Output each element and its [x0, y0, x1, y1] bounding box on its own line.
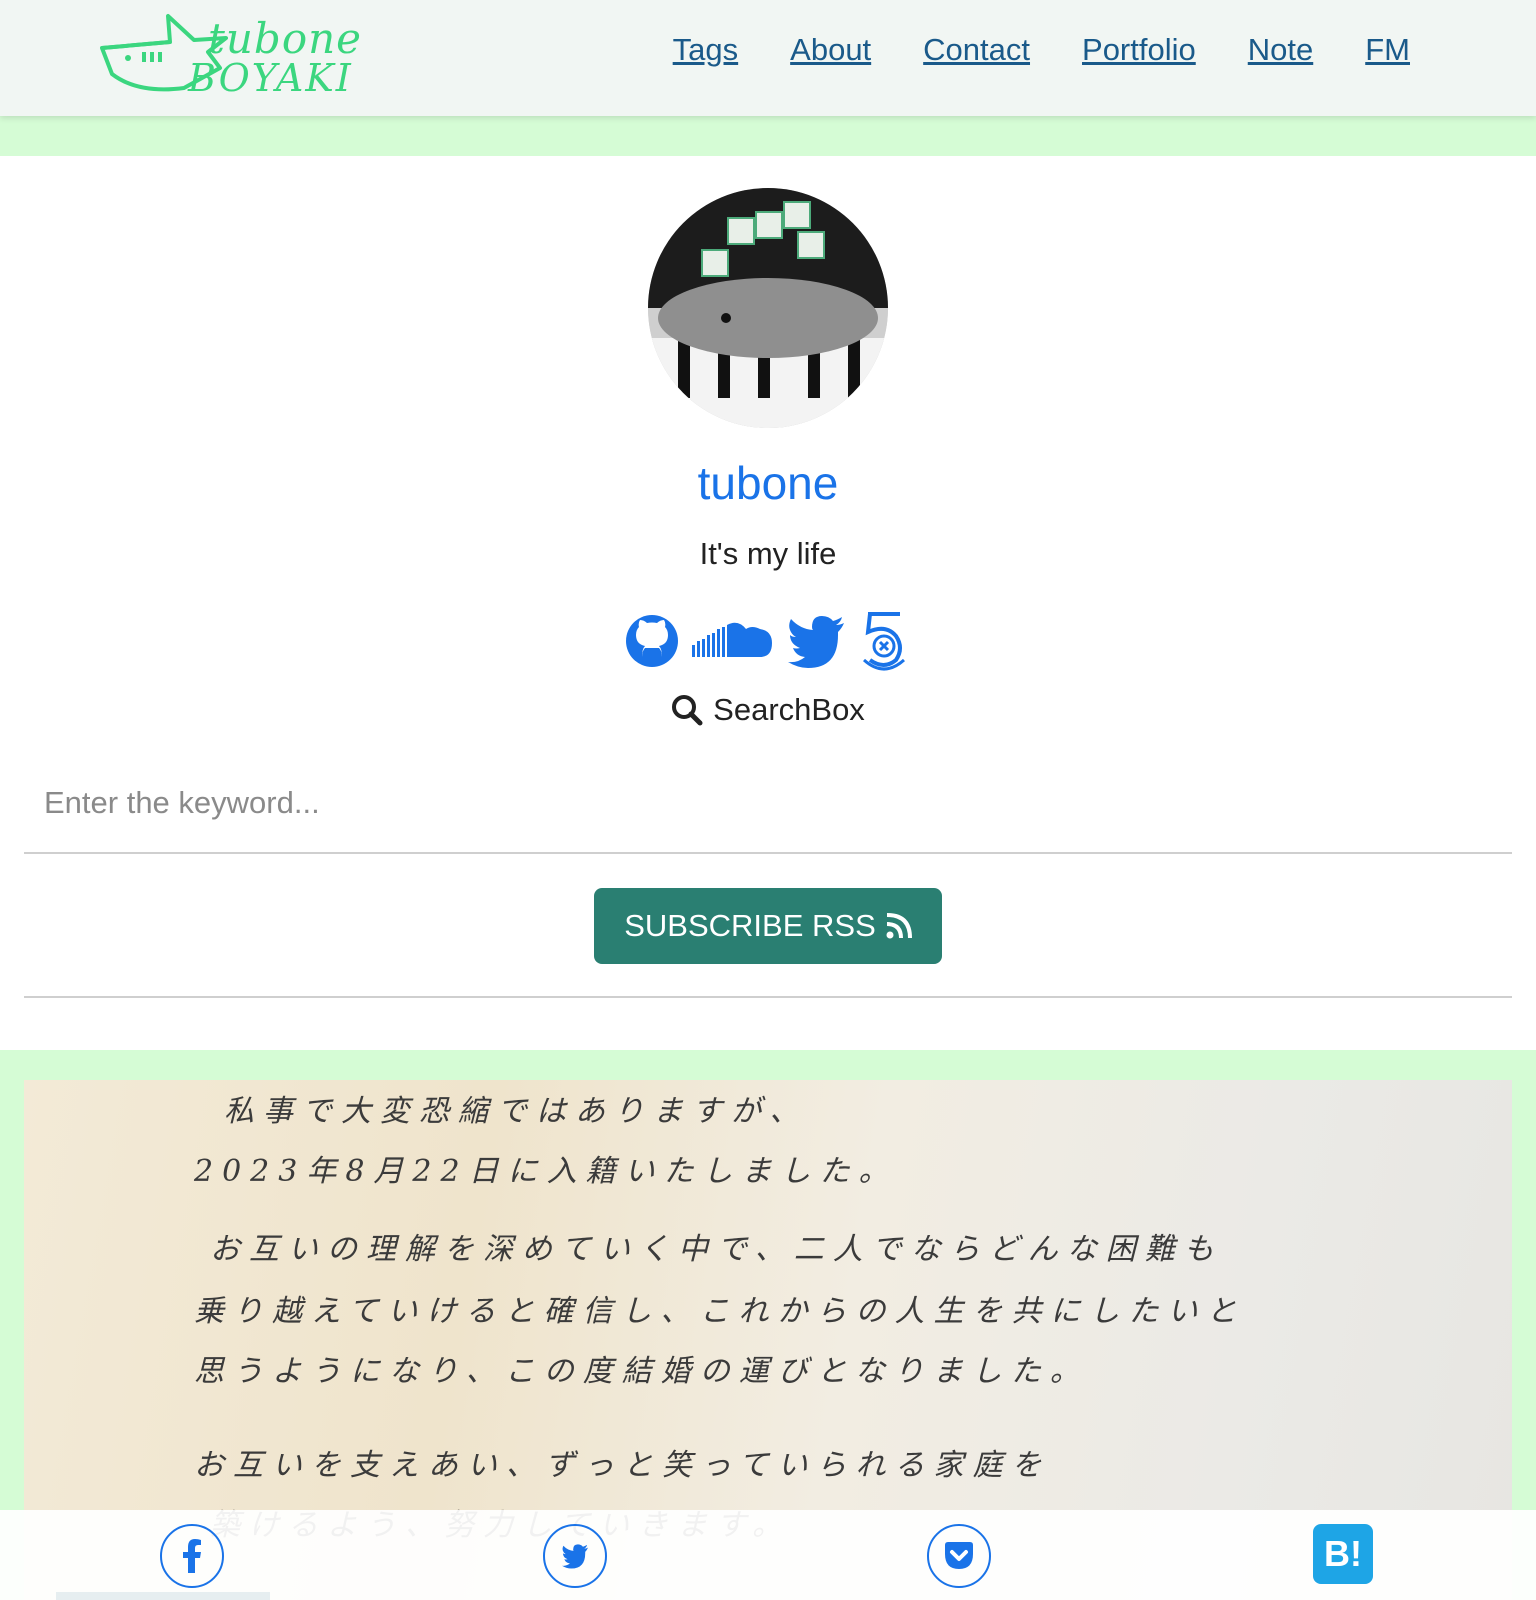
share-bar: B!: [0, 1510, 1536, 1600]
pocket-icon: [945, 1542, 973, 1569]
avatar-photo: [648, 188, 888, 428]
twitter-icon[interactable]: [786, 613, 846, 674]
share-hatena-button[interactable]: B!: [1313, 1524, 1373, 1584]
profile-card: tubone It's my life SearchBox Enter the …: [0, 156, 1536, 1050]
letter-line: 私事で大変恐縮ではありますが、: [224, 1094, 809, 1129]
twitter-icon: [562, 1544, 588, 1569]
letter-line: 乗り越えていけると確信し、これからの人生を共にしたいと: [194, 1294, 1246, 1329]
nav-link-about[interactable]: About: [790, 32, 871, 68]
profile-tagline: It's my life: [699, 536, 837, 571]
search-icon: [672, 695, 703, 726]
divider: [24, 996, 1512, 998]
letter-line: お互いの理解を深めていく中で、二人でならどんな困難も: [210, 1232, 1223, 1267]
nav-link-portfolio[interactable]: Portfolio: [1082, 32, 1196, 68]
github-icon[interactable]: [624, 613, 680, 674]
facebook-icon: [183, 1539, 201, 1573]
nav-link-fm[interactable]: FM: [1365, 32, 1410, 68]
social-links: [624, 608, 912, 679]
search-input[interactable]: [24, 754, 1512, 854]
main-nav: Tags About Contact Portfolio Note FM: [673, 32, 1410, 68]
subscribe-rss-button[interactable]: SUBSCRIBE RSS: [594, 888, 942, 964]
profile-name[interactable]: tubone: [0, 456, 1536, 510]
letter-line: 2023年8月22日に入籍いたしました。: [194, 1154, 898, 1189]
share-twitter-button[interactable]: [543, 1524, 607, 1588]
share-facebook-button[interactable]: [160, 1524, 224, 1588]
background-band: [0, 116, 1536, 156]
site-header: tubone BOYAKI Tags About Contact Portfol…: [0, 0, 1536, 116]
site-logo[interactable]: tubone BOYAKI: [98, 10, 368, 102]
letter-line: お互いを支えあい、ずっと笑っていられる家庭を: [194, 1448, 1051, 1483]
subscribe-rss-label: SUBSCRIBE RSS: [624, 908, 876, 943]
letter-line: 思うようになり、この度結婚の運びとなりました。: [194, 1354, 1089, 1389]
searchbox-heading: SearchBox: [0, 692, 1536, 728]
scroll-indicator: [56, 1592, 270, 1600]
500px-icon[interactable]: [856, 608, 912, 679]
nav-link-note[interactable]: Note: [1248, 32, 1313, 68]
logo-text-bottom: BOYAKI: [188, 56, 353, 100]
rss-icon: [886, 913, 912, 939]
avatar: [648, 188, 888, 428]
soundcloud-icon[interactable]: [690, 613, 776, 674]
hatena-bookmark-icon: B!: [1324, 1533, 1362, 1574]
nav-link-contact[interactable]: Contact: [923, 32, 1030, 68]
share-pocket-button[interactable]: [927, 1524, 991, 1588]
searchbox-label: SearchBox: [713, 692, 865, 727]
nav-link-tags[interactable]: Tags: [673, 32, 738, 68]
